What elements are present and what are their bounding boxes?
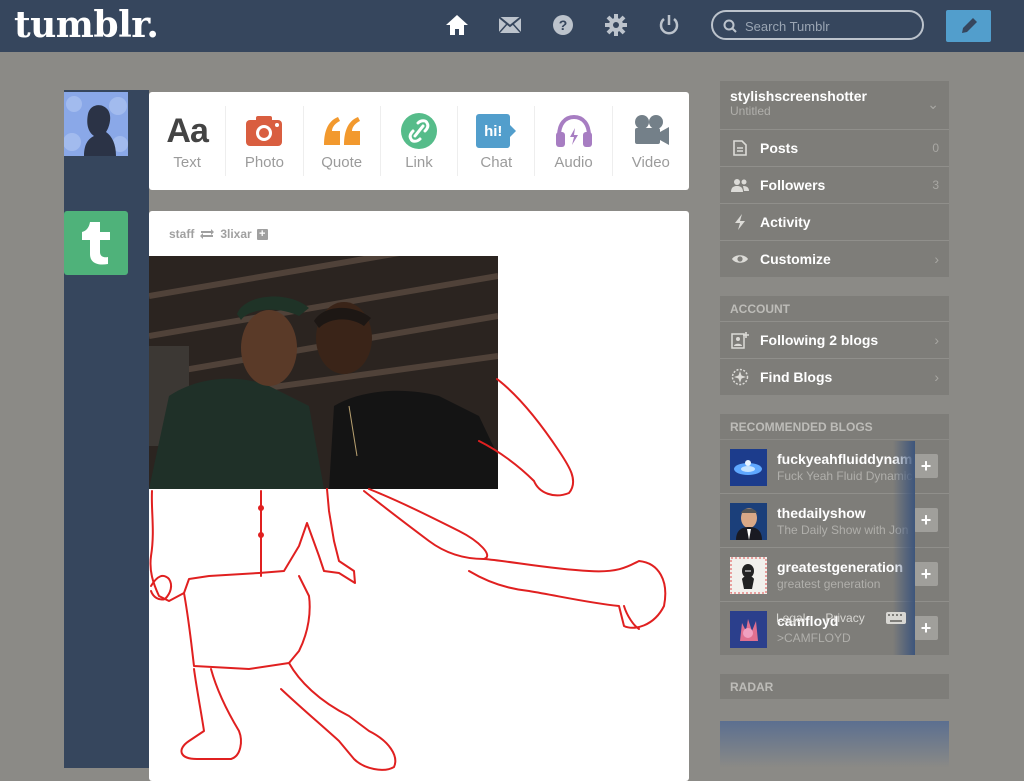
blog-title: greatestgeneration (777, 559, 904, 575)
blog-subtitle: The Daily Show with Jon Stewart (777, 523, 912, 537)
sidebar-item-activity[interactable]: Activity (720, 204, 949, 240)
post-type-label: Chat (480, 154, 513, 171)
blog-subtitle: Fuck Yeah Fluid Dynamics (777, 469, 912, 483)
radar-post-preview[interactable] (720, 721, 949, 768)
sidebar-item-label: Followers (760, 177, 826, 193)
video-camera-icon (632, 111, 670, 151)
link-icon (400, 111, 437, 151)
sidebar-item-label: Customize (760, 251, 831, 267)
recommended-blogs-heading: RECOMMENDED BLOGS (720, 414, 949, 439)
mail-icon[interactable] (497, 12, 523, 38)
post-type-video[interactable]: Video (613, 106, 689, 176)
sidebar-item-posts[interactable]: Posts 0 (720, 130, 949, 166)
camera-icon (245, 111, 283, 151)
dashboard-left-strip (64, 90, 149, 768)
quote-icon (322, 111, 362, 151)
help-icon[interactable]: ? (550, 12, 576, 38)
keyboard-icon[interactable] (885, 611, 907, 625)
follow-button[interactable]: + (914, 508, 938, 532)
post-type-chat[interactable]: hi! Chat (458, 106, 536, 176)
post-type-audio[interactable]: Audio (535, 106, 613, 176)
post-header: staff 3lixar + (169, 227, 268, 241)
blog-selector[interactable]: stylishscreenshotter Untitled ⌄ (720, 81, 949, 129)
follow-button[interactable]: + (914, 454, 938, 478)
tumblr-logo[interactable]: tumblr. (14, 4, 159, 46)
text-icon: Aa (166, 111, 208, 150)
power-icon[interactable] (656, 12, 682, 38)
blog-avatar (730, 449, 767, 486)
staff-avatar[interactable] (64, 211, 128, 275)
follow-button[interactable]: + (914, 562, 938, 586)
sidebar-item-label: Following 2 blogs (760, 332, 879, 348)
blog-subtitle: greatest generation (777, 577, 881, 591)
post-type-label: Quote (321, 154, 363, 171)
post-type-label: Audio (554, 154, 593, 171)
follow-button[interactable]: + (914, 616, 938, 640)
top-navigation-bar: tumblr. ? (0, 0, 1024, 52)
search-input[interactable] (743, 15, 917, 37)
post-type-label: Link (405, 154, 433, 171)
post-type-label: Photo (244, 154, 285, 171)
post-author-link[interactable]: staff (169, 227, 194, 241)
post-type-label: Video (631, 154, 670, 171)
blog-subtitle: >CAMFLOYD (777, 631, 851, 645)
gear-icon[interactable] (603, 12, 629, 38)
footer-links: Legal Privacy (776, 611, 907, 625)
add-person-icon (730, 331, 750, 349)
blog-avatar (730, 557, 767, 594)
headphones-icon (555, 111, 593, 151)
post-type-selector: Aa Text Photo Quote Link hi! Chat Audio … (149, 92, 689, 190)
post-type-text[interactable]: Aa Text (149, 106, 227, 176)
sidebar-item-following[interactable]: Following 2 blogs › (720, 322, 949, 358)
account-heading: ACCOUNT (720, 296, 949, 321)
home-icon[interactable] (444, 12, 470, 38)
post-type-photo[interactable]: Photo (226, 106, 304, 176)
svg-text:?: ? (559, 17, 568, 33)
blog-avatar (730, 611, 767, 648)
radar-heading: RADAR (720, 674, 949, 699)
blog-name: stylishscreenshotter Untitled (730, 88, 867, 118)
blog-title: thedailyshow (777, 505, 866, 521)
eye-icon (730, 253, 750, 265)
compass-icon (730, 368, 750, 386)
blog-avatar (730, 503, 767, 540)
sidebar-item-customize[interactable]: Customize › (720, 241, 949, 277)
post-type-label: Text (173, 154, 201, 171)
sidebar-item-label: Find Blogs (760, 369, 833, 385)
posts-count: 0 (932, 141, 939, 155)
chevron-right-icon: › (934, 332, 939, 348)
search-box (711, 10, 924, 40)
user-avatar[interactable] (64, 92, 128, 156)
chat-icon: hi! (476, 111, 517, 151)
post-type-link[interactable]: Link (381, 106, 459, 176)
blog-title: fuckyeahfluiddynamics (777, 451, 912, 467)
sidebar-item-followers[interactable]: Followers 3 (720, 167, 949, 203)
privacy-link[interactable]: Privacy (825, 611, 864, 625)
reblogged-from-link[interactable]: 3lixar (220, 227, 251, 241)
post-type-quote[interactable]: Quote (304, 106, 381, 176)
post-photo[interactable] (149, 256, 498, 489)
follow-plus-icon[interactable]: + (256, 228, 268, 240)
chevron-down-icon: ⌄ (927, 96, 939, 112)
sidebar-item-find-blogs[interactable]: Find Blogs › (720, 359, 949, 395)
legal-link[interactable]: Legal (776, 611, 805, 625)
chevron-right-icon: › (934, 369, 939, 385)
pencil-icon (961, 18, 977, 33)
sidebar-item-label: Posts (760, 140, 799, 156)
chevron-right-icon: › (934, 251, 939, 267)
reblog-icon (200, 229, 215, 239)
document-icon (730, 140, 750, 156)
compose-button[interactable] (946, 10, 991, 42)
sidebar-item-label: Activity (760, 214, 811, 230)
search-icon (723, 19, 737, 33)
people-icon (730, 178, 750, 192)
lightning-icon (730, 214, 750, 230)
followers-count: 3 (932, 178, 939, 192)
dashboard-post: staff 3lixar + (149, 211, 689, 781)
